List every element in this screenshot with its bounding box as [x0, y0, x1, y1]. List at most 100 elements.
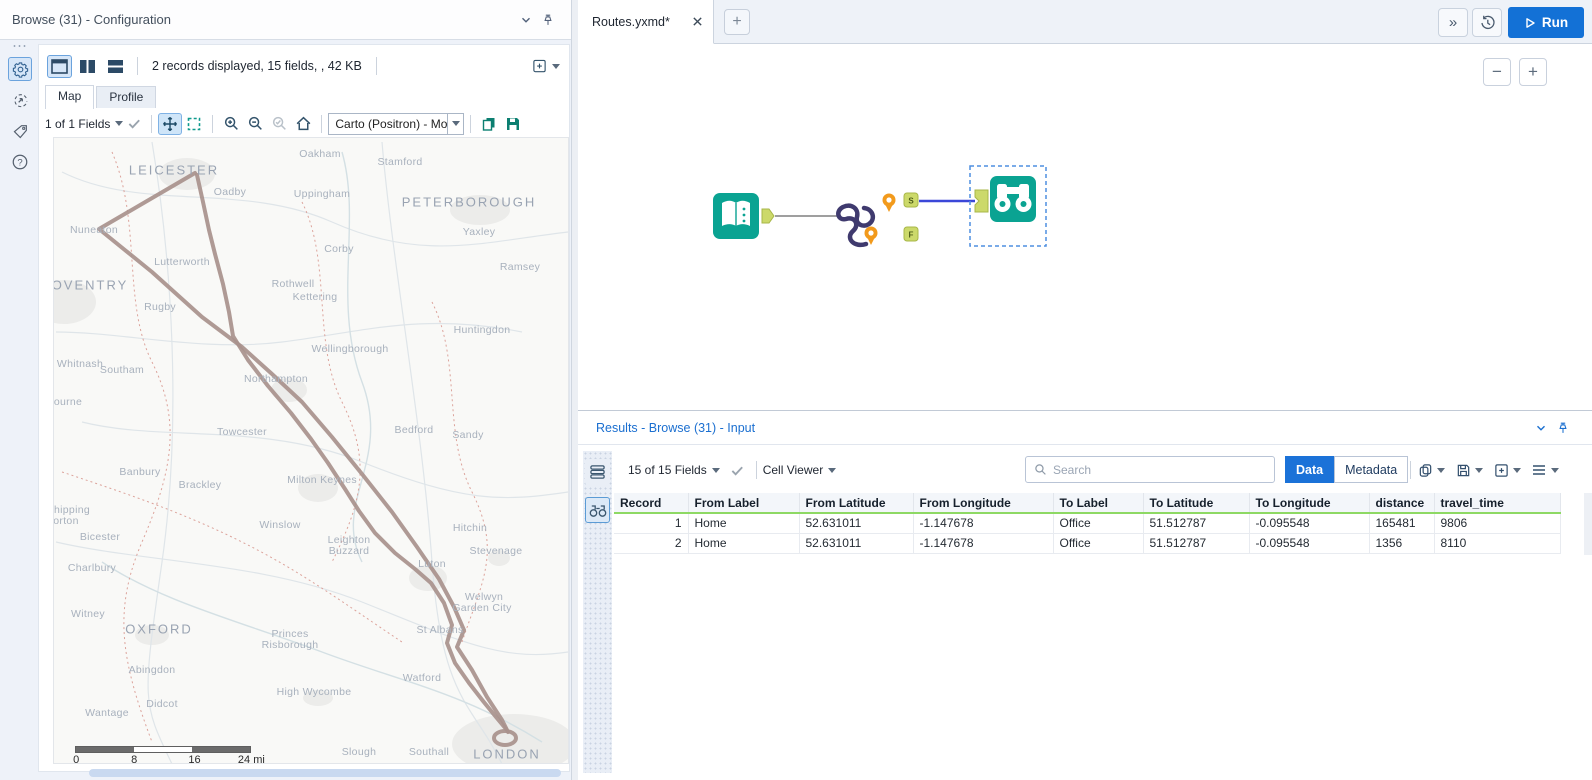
input-data-tool[interactable]	[713, 193, 774, 239]
save-map-icon[interactable]	[501, 113, 525, 135]
pin-icon[interactable]	[537, 9, 559, 31]
basemap-caret-icon[interactable]	[447, 114, 463, 134]
basemap-value: Carto (Positron) - Mos	[329, 117, 447, 131]
zoom-selection-icon	[267, 113, 291, 135]
column-header[interactable]: To Latitude	[1143, 493, 1249, 513]
tag-icon[interactable]	[8, 119, 32, 143]
column-header[interactable]: To Label	[1053, 493, 1143, 513]
map-toolbar: 1 of 1 Fields	[45, 111, 563, 136]
table-cell: 8110	[1434, 533, 1560, 553]
configuration-title-bar: Browse (31) - Configuration	[0, 0, 571, 40]
map-label: Didcot	[146, 698, 178, 710]
save-results-button[interactable]	[1452, 458, 1486, 482]
search-input[interactable]	[1053, 463, 1266, 477]
column-header[interactable]: distance	[1369, 493, 1434, 513]
cell-viewer-caret-icon[interactable]	[828, 468, 836, 473]
canvas-zoom-in-button[interactable]: +	[1519, 58, 1547, 86]
table-cell: 1	[614, 513, 688, 533]
browse-anchor-binoculars-icon[interactable]	[585, 497, 610, 523]
output-anchor[interactable]	[762, 209, 774, 223]
help-icon[interactable]: ?	[8, 150, 32, 174]
toolbar-overflow-button[interactable]: »	[1438, 8, 1468, 37]
map-label: OVENTRY	[53, 278, 128, 293]
run-button[interactable]: Run	[1508, 7, 1584, 38]
map-label: Luton	[418, 558, 446, 570]
results-collapse-chevron-icon[interactable]	[1530, 417, 1552, 439]
column-header[interactable]: To Longitude	[1249, 493, 1369, 513]
toggle-data[interactable]: Data	[1285, 456, 1334, 483]
input-anchor[interactable]	[975, 190, 988, 212]
results-main: 15 of 15 Fields Cell Viewer Data Metadat…	[614, 449, 1592, 780]
table-row[interactable]: 2Home52.631011-1.147678Office51.512787-0…	[614, 533, 1560, 553]
map-label: Yaxley	[463, 226, 496, 238]
layout-two-rows-button[interactable]	[103, 55, 128, 78]
layout-single-pane-button[interactable]	[47, 55, 72, 78]
home-extent-icon[interactable]	[291, 113, 315, 135]
map-view[interactable]: LEICESTERPETERBOROUGHOVENTRYOXFORDLONDON…	[53, 137, 569, 764]
open-in-new-window-icon[interactable]	[531, 54, 561, 78]
zoom-in-tool-icon[interactable]	[219, 113, 243, 135]
map-label: Huntingdon	[454, 324, 511, 336]
canvas-zoom-out-button[interactable]: −	[1483, 58, 1511, 86]
route-tool[interactable]: S F	[838, 193, 918, 245]
table-cell: 51.512787	[1143, 533, 1249, 553]
map-label: Nuneaton	[70, 224, 118, 236]
workflow-icon[interactable]	[8, 88, 32, 112]
pan-tool-icon[interactable]	[158, 113, 182, 135]
tab-profile[interactable]: Profile	[96, 86, 156, 108]
table-cell: 2	[614, 533, 688, 553]
view-tabs: Map Profile	[45, 85, 158, 108]
success-output-anchor[interactable]: S	[904, 193, 918, 207]
map-label: Risborough	[262, 639, 319, 651]
map-label: Stevenage	[470, 545, 523, 557]
apply-check-icon[interactable]	[123, 113, 145, 135]
copy-results-button[interactable]	[1414, 458, 1448, 482]
results-search-box[interactable]	[1025, 456, 1275, 483]
copy-map-icon[interactable]	[477, 113, 501, 135]
map-label: Northampton	[244, 373, 308, 385]
results-panel: Results - Browse (31) - Input	[578, 410, 1592, 780]
configuration-gear-icon[interactable]	[8, 57, 32, 81]
table-cell: -1.147678	[913, 513, 1053, 533]
results-apply-check-icon[interactable]	[726, 459, 750, 481]
new-tab-button[interactable]: +	[724, 9, 750, 35]
workflow-canvas[interactable]: − +	[578, 44, 1592, 410]
panel-title: Browse (31) - Configuration	[12, 12, 515, 27]
version-history-button[interactable]	[1472, 8, 1502, 37]
layout-two-columns-button[interactable]	[75, 55, 100, 78]
drag-handle-dots[interactable]	[12, 44, 28, 48]
select-tool-icon[interactable]	[182, 113, 206, 135]
toggle-metadata[interactable]: Metadata	[1334, 456, 1408, 483]
results-pin-icon[interactable]	[1552, 417, 1574, 439]
results-menu-button[interactable]	[1528, 458, 1562, 482]
close-tab-icon[interactable]	[692, 16, 703, 27]
new-window-results-button[interactable]	[1490, 458, 1524, 482]
column-header[interactable]: Record	[614, 493, 688, 513]
column-header[interactable]: From Latitude	[799, 493, 913, 513]
tab-map[interactable]: Map	[45, 85, 94, 109]
table-row[interactable]: 1Home52.631011-1.147678Office51.512787-0…	[614, 513, 1560, 533]
fields-dropdown-caret-icon[interactable]	[115, 121, 123, 126]
basemap-dropdown[interactable]: Carto (Positron) - Mos	[328, 113, 464, 135]
horizontal-scrollbar[interactable]	[89, 769, 561, 777]
data-metadata-toggle: Data Metadata	[1285, 456, 1408, 483]
zoom-out-tool-icon[interactable]	[243, 113, 267, 135]
results-fields-caret-icon[interactable]	[712, 468, 720, 473]
cell-viewer-dropdown[interactable]: Cell Viewer	[763, 463, 823, 477]
collapse-chevron-icon[interactable]	[515, 9, 537, 31]
results-fields-dropdown[interactable]: 15 of 15 Fields	[628, 463, 707, 477]
table-cell: 1356	[1369, 533, 1434, 553]
results-header: Results - Browse (31) - Input	[578, 411, 1592, 445]
fields-dropdown[interactable]: 1 of 1 Fields	[45, 117, 110, 131]
map-label: OXFORD	[125, 622, 193, 637]
messages-log-icon[interactable]	[585, 459, 610, 485]
map-label: Wellingborough	[312, 343, 389, 355]
browse-tool[interactable]	[970, 166, 1046, 246]
map-label: Rugby	[144, 301, 176, 313]
fail-output-anchor[interactable]: F	[904, 227, 918, 241]
results-vertical-scrollbar[interactable]	[1584, 493, 1592, 555]
column-header[interactable]: travel_time	[1434, 493, 1560, 513]
column-header[interactable]: From Label	[688, 493, 799, 513]
workflow-tab[interactable]: Routes.yxmd*	[578, 0, 714, 44]
column-header[interactable]: From Longitude	[913, 493, 1053, 513]
